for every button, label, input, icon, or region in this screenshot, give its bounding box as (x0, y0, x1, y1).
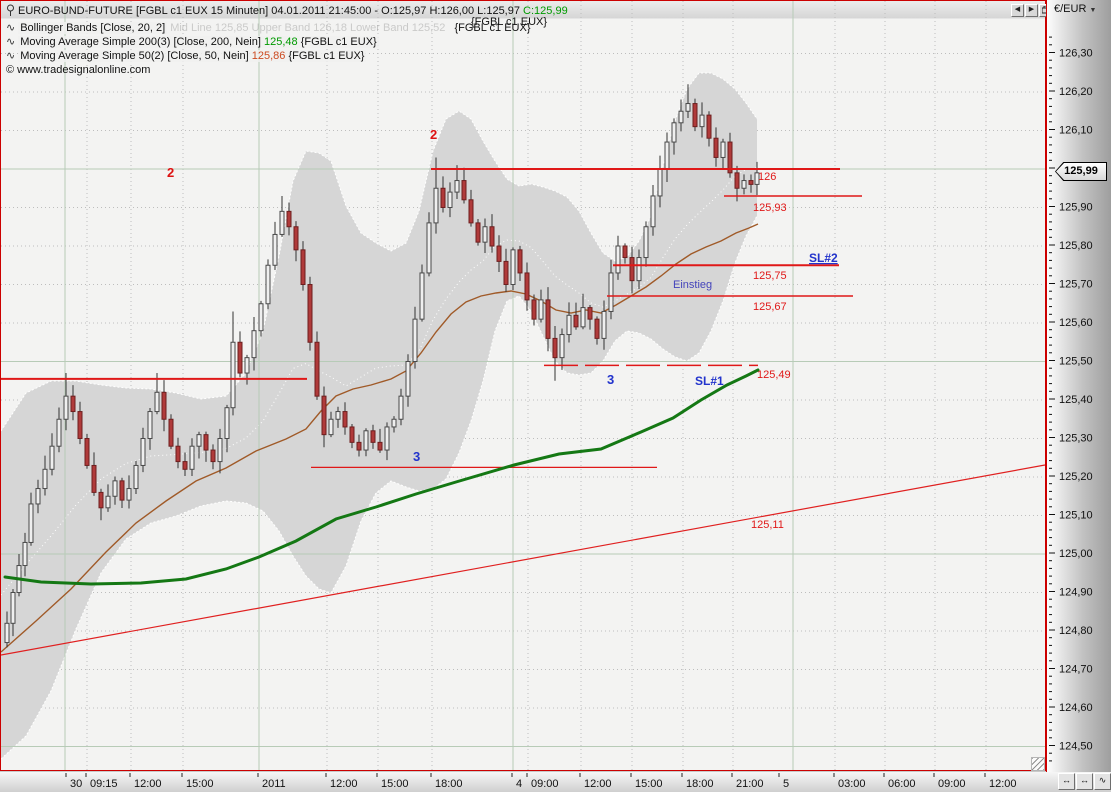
svg-text:126: 126 (758, 171, 776, 183)
grid-solid (1, 1, 1045, 770)
time-label: 12:00 (134, 778, 162, 790)
time-label: 30 (70, 778, 82, 790)
legend-copyright-row: © www.tradesignalonline.com (6, 64, 150, 76)
svg-text:125,30: 125,30 (1059, 433, 1093, 445)
time-axis-ticks: 30 09:15 12:00 15:00 2011 12:00 15:00 18:00 4 09:… (0, 772, 1050, 792)
svg-text:125,10: 125,10 (1059, 510, 1093, 522)
pin-icon (6, 4, 15, 19)
resize-grip-icon[interactable] (1031, 757, 1045, 771)
bollinger-ghost-values: Mid Line 125,85 Upper Band 126,18 Lower … (170, 22, 445, 34)
bollinger-label: Bollinger Bands [Close, 20, 2] (18, 22, 167, 34)
time-label: 15:00 (635, 778, 663, 790)
wave-icon: ∿ (6, 35, 15, 48)
annotation-sl-2: SL#2 (809, 251, 838, 265)
legend-bollinger-row[interactable]: ∿Bollinger Bands [Close, 20, 2] Mid Line… (6, 21, 531, 34)
plot-area[interactable]: 125,11 126 125,93 125,75 125,67 125,49 2 2 3 3 SL#… (0, 0, 1046, 771)
grid-dotted (1, 1, 1045, 770)
ma50-symbol-tag: {FGBL c1 EUX} (285, 50, 364, 62)
scroll-left-button[interactable]: ◀ (1011, 4, 1024, 17)
svg-text:125,60: 125,60 (1059, 317, 1093, 329)
copyright-text: © www.tradesignalonline.com (6, 64, 150, 76)
svg-text:125,20: 125,20 (1059, 471, 1093, 483)
svg-text:125,11: 125,11 (751, 519, 784, 531)
svg-text:124,80: 124,80 (1059, 625, 1093, 637)
ma50-label: Moving Average Simple 50(2) [Close, 50, … (20, 50, 252, 62)
ma200-value: 125,48 (264, 36, 298, 48)
last-price-tag: 125,99 (1055, 162, 1107, 181)
svg-text:126,10: 126,10 (1059, 125, 1093, 137)
time-label: 09:15 (90, 778, 118, 790)
time-label: 18:00 (435, 778, 463, 790)
ma200-symbol-tag: {FGBL c1 EUX} (298, 36, 377, 48)
svg-text:125,49: 125,49 (757, 369, 791, 381)
annotation-3: 3 (413, 449, 420, 464)
annotation-sl-1: SL#1 (695, 374, 724, 388)
time-label: 09:00 (531, 778, 559, 790)
svg-text:124,90: 124,90 (1059, 587, 1093, 599)
svg-text:125,90: 125,90 (1059, 202, 1093, 214)
wave-icon: ∿ (6, 21, 15, 34)
price-axis-ticks: 124,50 124,60 124,70 124,80 124,90 125,00 125,… (1047, 0, 1111, 772)
price-axis[interactable]: €/EUR ▼ 124,50124,60124,70124,80124,9012… (1046, 0, 1111, 772)
svg-text:125,70: 125,70 (1059, 279, 1093, 291)
ma50-value: 125,86 (252, 50, 286, 62)
svg-text:125,67: 125,67 (753, 301, 787, 313)
time-label: 15:00 (186, 778, 214, 790)
annotation-einstieg: Einstieg (673, 279, 712, 291)
legend-ma50-row[interactable]: ∿ Moving Average Simple 50(2) [Close, 50,… (6, 49, 366, 62)
annotation-2: 2 (430, 127, 437, 142)
annotation-3: 3 (607, 372, 614, 387)
svg-text:125,50: 125,50 (1059, 356, 1093, 368)
compress-scale-button[interactable]: ↔ (1058, 773, 1075, 790)
wave-tool-button[interactable]: ∿ (1094, 773, 1111, 790)
time-label: 12:00 (584, 778, 612, 790)
time-label: 4 (516, 778, 522, 790)
svg-text:124,60: 124,60 (1059, 702, 1093, 714)
chart-canvas[interactable]: 125,11 126 125,93 125,75 125,67 125,49 2 2 3 3 SL#… (1, 1, 1045, 770)
chart-symbol-tag: {FGBL c1 EUX} (471, 16, 547, 28)
time-label: 2011 (262, 778, 286, 790)
time-label: 12:00 (330, 778, 358, 790)
last-price-value: 125,99 (1056, 163, 1106, 180)
svg-text:125,00: 125,00 (1059, 548, 1093, 560)
bottom-toolbar: ↔ ↔ ∿ (1058, 773, 1111, 790)
time-label: 15:00 (381, 778, 409, 790)
time-label: 21:00 (736, 778, 764, 790)
scroll-right-button[interactable]: ▶ (1025, 4, 1038, 17)
time-axis[interactable]: 30 09:15 12:00 15:00 2011 12:00 15:00 18:00 4 09:… (0, 772, 1111, 792)
svg-text:124,50: 124,50 (1059, 741, 1093, 753)
ma200-label: Moving Average Simple 200(3) [Close, 200… (20, 36, 264, 48)
chart-window: 125,11 126 125,93 125,75 125,67 125,49 2 2 3 3 SL#… (0, 0, 1111, 792)
expand-scale-button[interactable]: ↔ (1076, 773, 1093, 790)
svg-text:124,70: 124,70 (1059, 664, 1093, 676)
time-label: 5 (783, 778, 789, 790)
annotation-2: 2 (167, 165, 174, 180)
bollinger-cloud (1, 73, 757, 759)
time-label: 03:00 (838, 778, 866, 790)
legend-ma200-row[interactable]: ∿ Moving Average Simple 200(3) [Close, 20… (6, 35, 379, 48)
svg-text:125,93: 125,93 (753, 202, 787, 214)
time-label: 18:00 (686, 778, 714, 790)
time-label: 09:00 (938, 778, 966, 790)
wave-icon: ∿ (6, 49, 15, 62)
svg-text:125,40: 125,40 (1059, 394, 1093, 406)
svg-text:126,20: 126,20 (1059, 86, 1093, 98)
time-label: 06:00 (888, 778, 916, 790)
time-label: 12:00 (989, 778, 1017, 790)
svg-text:126,30: 126,30 (1059, 48, 1093, 60)
svg-text:125,75: 125,75 (753, 270, 787, 282)
instrument-title: EURO-BUND-FUTURE [FGBL c1 EUX 15 Minuten… (18, 5, 523, 17)
svg-text:125,80: 125,80 (1059, 240, 1093, 252)
